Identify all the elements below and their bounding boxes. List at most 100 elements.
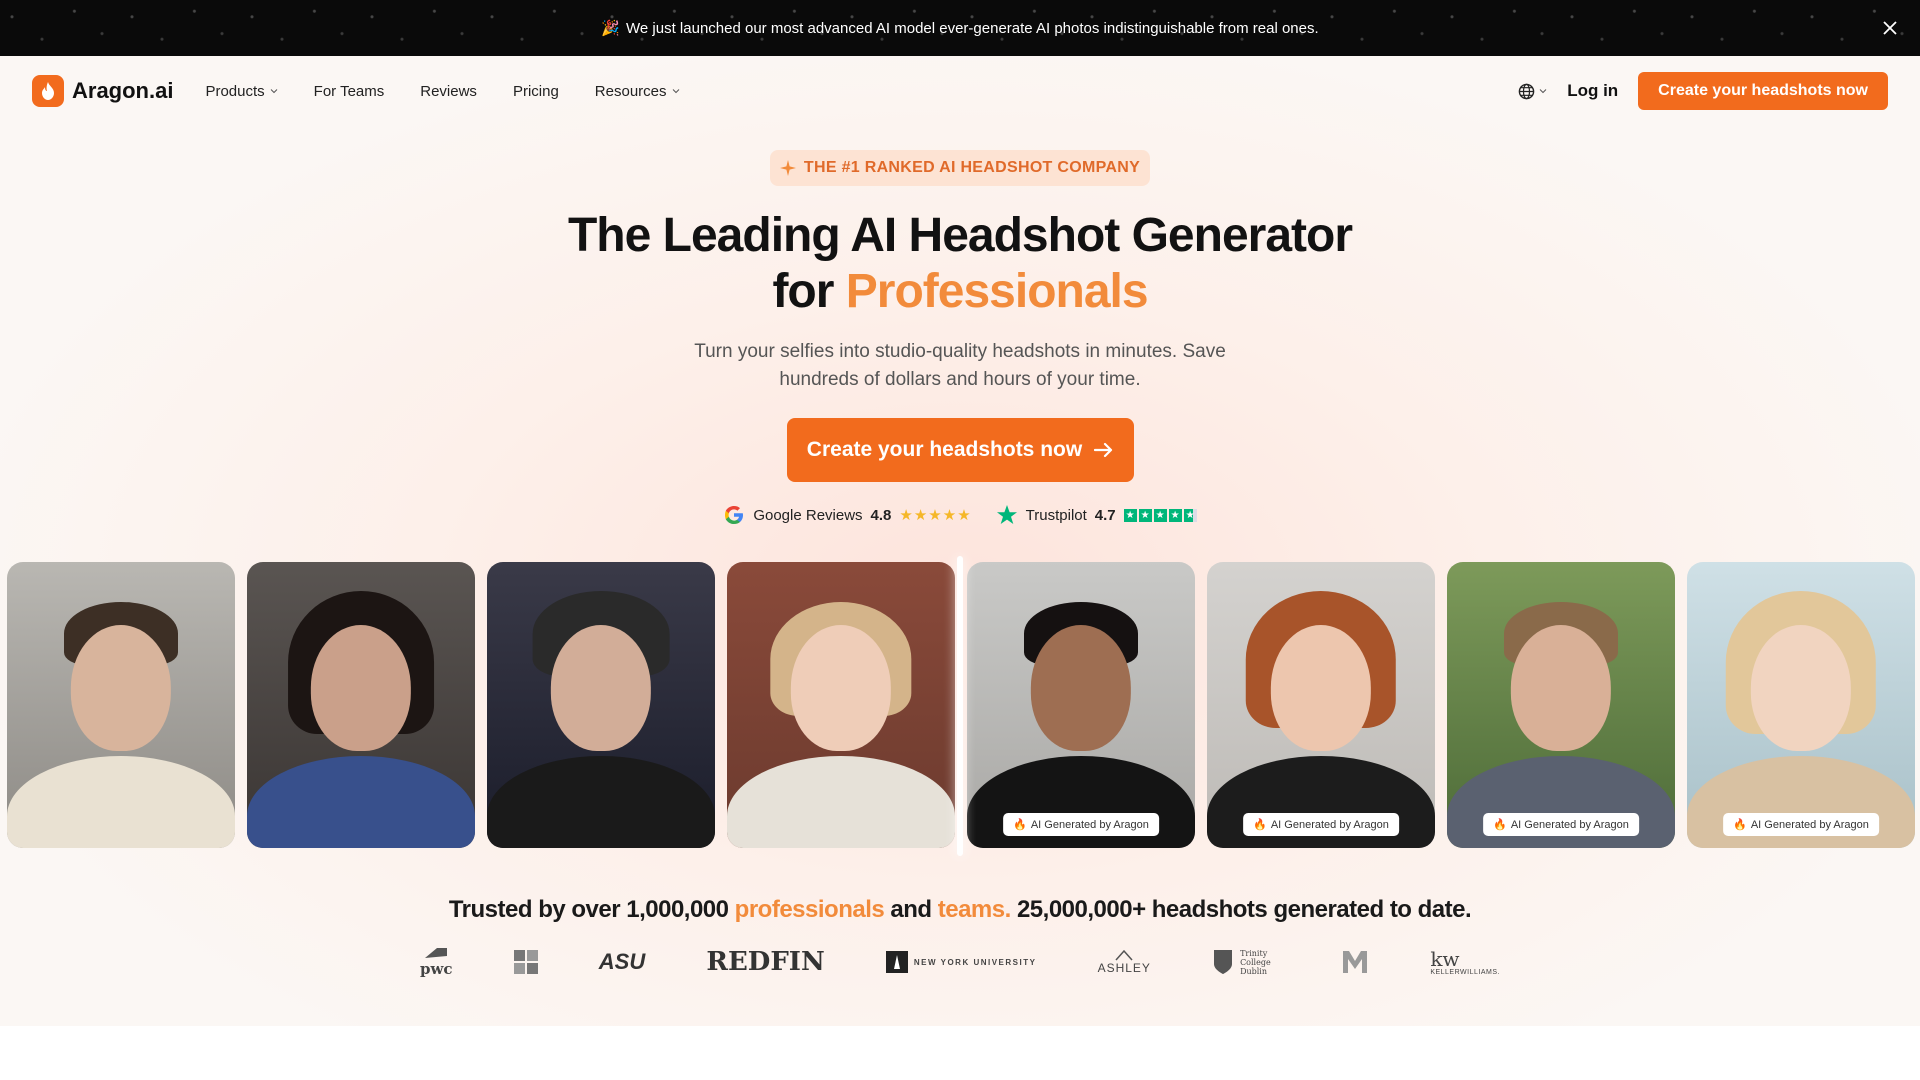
brand-logo[interactable]: Aragon.ai <box>32 75 173 107</box>
trustpilot-stars: ★ ★ ★ ★ ★ <box>1123 508 1197 522</box>
asu-logo-text: ASU <box>598 949 646 974</box>
headshot-carousel: 🔥 AI Generated by Aragon 🔥 AI Generated by… <box>7 562 1920 850</box>
hero-title-line2-prefix: for <box>772 265 846 318</box>
university-m-logo <box>1341 949 1369 975</box>
trusted-suffix: 25,000,000+ headshots generated to date. <box>1010 896 1472 923</box>
flame-icon: 🔥 <box>1253 819 1267 831</box>
brand-name: Aragon.ai <box>72 78 174 103</box>
redfin-logo-text: REDFIN <box>706 947 825 977</box>
ai-generated-label: 🔥 AI Generated by Aragon <box>1003 813 1159 836</box>
selfie-photo <box>487 562 715 848</box>
globe-icon <box>1518 83 1535 99</box>
hero-subtitle: Turn your selfies into studio-quality he… <box>694 341 1226 390</box>
ai-headshot-photo: 🔥 AI Generated by Aragon <box>1687 562 1915 848</box>
ashley-logo: ASHLEY <box>1098 949 1151 975</box>
language-selector[interactable] <box>1518 83 1547 100</box>
sparkle-icon <box>779 160 796 176</box>
trinity-college-logo-text: Trinity College Dublin <box>1240 948 1271 976</box>
keller-williams-subtext: KELLERWILLIAMS. <box>1430 968 1500 976</box>
ai-headshot-photo: 🔥 AI Generated by Aragon <box>967 562 1195 848</box>
ai-generated-label-text: AI Generated by Aragon <box>1750 818 1869 831</box>
flame-icon: 🔥 <box>1013 819 1027 831</box>
ai-generated-label-text: AI Generated by Aragon <box>1030 818 1149 831</box>
keller-williams-logo-text: kw <box>1430 946 1460 971</box>
trinity-college-logo: Trinity College Dublin <box>1212 948 1280 976</box>
ai-generated-label: 🔥 AI Generated by Aragon <box>1483 813 1639 836</box>
chevron-down-icon <box>672 89 679 94</box>
navbar: Aragon.ai Products For Teams Reviews Pri… <box>0 56 1920 126</box>
flame-icon: 🔥 <box>1493 819 1507 831</box>
trusted-professionals: professionals <box>734 896 885 923</box>
pwc-logo-text: pwc <box>420 960 453 978</box>
close-announcement-button[interactable] <box>1876 14 1904 42</box>
keller-williams-logo: kw KELLERWILLIAMS. <box>1430 949 1500 976</box>
ashley-logo-text: ASHLEY <box>1097 961 1151 975</box>
nyu-logo: NEW YORK UNIVERSITY <box>885 951 1037 973</box>
trusted-prefix: Trusted by over 1,000,000 <box>448 896 735 923</box>
page: Aragon.ai Products For Teams Reviews Pri… <box>0 56 1920 1026</box>
create-headshots-hero-label: Create your headshots now <box>806 438 1083 461</box>
trustpilot-label: Trustpilot <box>1025 506 1087 524</box>
nav-reviews-label: Reviews <box>420 82 477 100</box>
nav-for-teams[interactable]: For Teams <box>314 83 385 100</box>
arrow-right-icon <box>1094 442 1113 458</box>
flame-icon: 🔥 <box>1733 819 1747 831</box>
nav-resources-label: Resources <box>594 82 667 100</box>
star-half-icon: ★ <box>1183 508 1197 522</box>
hero-title-accent: Professionals <box>845 265 1149 318</box>
ai-generated-label: 🔥 AI Generated by Aragon <box>1243 813 1399 836</box>
customer-logos: pwc ASU REDFIN NEW YORK UNIVERSITY ASHLE… <box>420 940 1500 984</box>
google-rating[interactable]: Google Reviews 4.8 ★★★★★ <box>723 504 971 526</box>
selfie-photo <box>247 562 475 848</box>
ranking-badge-text: THE #1 RANKED AI HEADSHOT COMPANY <box>803 159 1141 176</box>
page-bottom <box>0 1026 1920 1080</box>
google-reviews-label: Google Reviews <box>753 506 863 524</box>
ratings-row: Google Reviews 4.8 ★★★★★ Trustpilot 4.7 … <box>0 504 1920 526</box>
ranking-badge: THE #1 RANKED AI HEADSHOT COMPANY <box>770 150 1150 186</box>
google-icon <box>725 506 744 524</box>
create-headshots-hero-button[interactable]: Create your headshots now <box>787 418 1134 482</box>
star-icon: ★ <box>1153 508 1167 522</box>
asu-logo: ASU <box>599 949 645 975</box>
trusted-and: and <box>884 896 938 923</box>
trustpilot-score: 4.7 <box>1094 506 1116 524</box>
nav-pricing-label: Pricing <box>512 82 559 100</box>
nyu-logo-text: NEW YORK UNIVERSITY <box>913 957 1037 967</box>
login-link[interactable]: Log in <box>1567 81 1618 101</box>
before-after-divider <box>957 556 963 856</box>
party-icon: 🎉 <box>601 20 621 37</box>
announcement-bar: 🎉 We just launched our most advanced AI … <box>0 0 1920 56</box>
ai-headshot-photo: 🔥 AI Generated by Aragon <box>1447 562 1675 848</box>
hero-title: The Leading AI Headshot Generator for Pr… <box>0 208 1920 320</box>
announcement-text: We just launched our most advanced AI mo… <box>626 19 1319 37</box>
chevron-down-icon <box>1539 89 1547 94</box>
google-score: 4.8 <box>870 506 892 524</box>
trusted-teams: teams. <box>937 896 1012 923</box>
nav-pricing[interactable]: Pricing <box>513 83 559 100</box>
nav-right: Log in Create your headshots now <box>1518 72 1888 110</box>
nav-for-teams-label: For Teams <box>313 82 385 100</box>
redfin-logo: REDFIN <box>706 947 824 977</box>
nav-reviews[interactable]: Reviews <box>420 83 477 100</box>
microsoft-logo <box>513 950 538 974</box>
ai-generated-label: 🔥 AI Generated by Aragon <box>1723 813 1879 836</box>
star-icon: ★ <box>1123 508 1137 522</box>
google-stars: ★★★★★ <box>899 507 972 524</box>
nav-resources[interactable]: Resources <box>595 83 680 100</box>
flame-icon <box>32 75 64 107</box>
star-icon: ★ <box>1168 508 1182 522</box>
selfie-photo <box>7 562 235 848</box>
hero-title-line1: The Leading AI Headshot Generator <box>567 209 1353 262</box>
close-icon <box>1883 21 1897 35</box>
nav-links: Products For Teams Reviews Pricing Resou… <box>205 83 679 100</box>
create-headshots-nav-button[interactable]: Create your headshots now <box>1638 72 1888 110</box>
nav-products[interactable]: Products <box>205 82 278 100</box>
nav-products-label: Products <box>205 82 265 100</box>
ai-headshot-photo: 🔥 AI Generated by Aragon <box>1207 562 1435 848</box>
pwc-logo: pwc <box>420 946 453 978</box>
ai-generated-label-text: AI Generated by Aragon <box>1270 818 1389 831</box>
trusted-statement: Trusted by over 1,000,000 professionals … <box>0 896 1920 924</box>
ai-generated-label-text: AI Generated by Aragon <box>1510 818 1629 831</box>
trustpilot-rating[interactable]: Trustpilot 4.7 ★ ★ ★ ★ ★ <box>996 504 1197 526</box>
star-icon: ★ <box>1138 508 1152 522</box>
